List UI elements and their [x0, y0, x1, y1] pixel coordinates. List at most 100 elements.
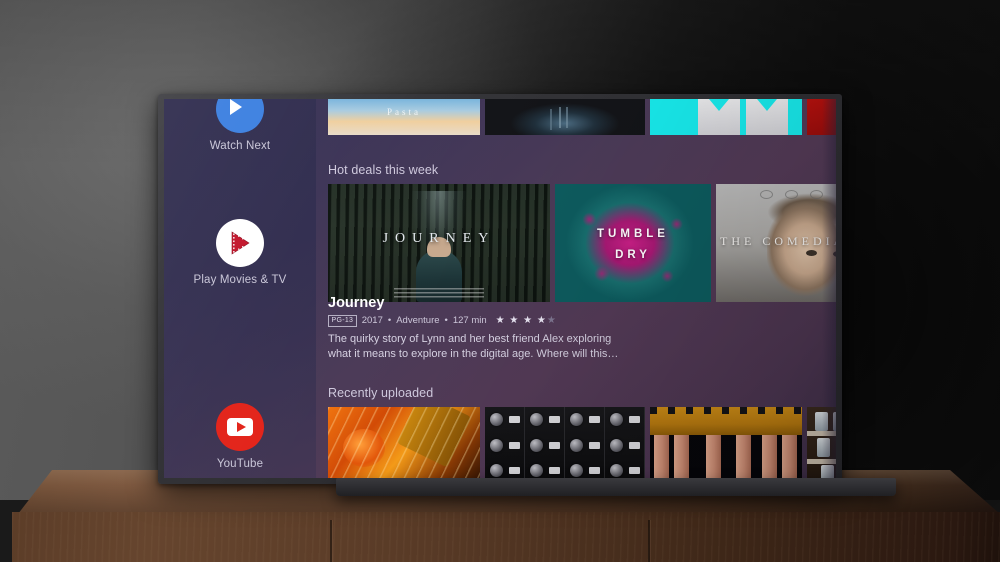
sidebar-item-label: Play Movies & TV: [193, 274, 287, 286]
tv-stand: [336, 478, 896, 496]
knob-icon: [530, 413, 543, 426]
content-area: Pasta Hot deals this week JOURNEY TUMBLE…: [316, 99, 836, 478]
laurel-badge: [809, 190, 823, 199]
hot-deals-row: Hot deals this week JOURNEY TUMBLE DRY T…: [324, 163, 836, 302]
recently-uploaded-tiles: [324, 407, 836, 478]
lcd-readout: [549, 467, 560, 474]
slat: [782, 435, 797, 478]
tile-forest-night[interactable]: [485, 99, 645, 135]
tile-caption: Pasta: [387, 107, 421, 117]
jar: [821, 465, 834, 478]
tile-tumble-dry[interactable]: TUMBLE DRY: [555, 184, 711, 302]
rack-unit: [525, 407, 565, 478]
tile-caption: JOURNEY: [382, 231, 496, 247]
knob-icon: [610, 439, 623, 452]
slat: [706, 435, 721, 478]
laurel-badges: [716, 190, 836, 199]
sidebar-item-watch-next[interactable]: Watch Next: [164, 99, 316, 152]
tile-shelf[interactable]: [807, 407, 836, 478]
lcd-readout: [549, 416, 560, 423]
detail-title: Journey: [328, 295, 385, 311]
knob-icon: [490, 439, 503, 452]
content-rating-badge: PG-13: [328, 315, 357, 327]
tile-rail[interactable]: [650, 407, 802, 478]
credenza-front: [12, 512, 1000, 562]
knob-icon: [490, 464, 503, 477]
row-title-hot-deals: Hot deals this week: [328, 163, 439, 177]
tile-journey[interactable]: JOURNEY: [328, 184, 550, 302]
lcd-readout: [589, 467, 600, 474]
top-row-tiles: Pasta: [324, 99, 836, 135]
recently-uploaded-row: Recently uploaded: [324, 386, 836, 478]
rack-unit: [485, 407, 525, 478]
detail-description: The quirky story of Lynn and her best fr…: [328, 332, 619, 360]
tile-red[interactable]: [807, 99, 836, 135]
lcd-readout: [629, 442, 640, 449]
tile-guitar[interactable]: [328, 407, 480, 478]
detail-duration: 127 min: [452, 315, 487, 327]
sidebar-item-youtube[interactable]: YouTube: [164, 403, 316, 470]
sidebar-item-label: YouTube: [216, 458, 264, 470]
tumble-line-2: DRY: [615, 249, 651, 262]
knob-icon: [530, 464, 543, 477]
top-row: Pasta: [324, 99, 836, 135]
tile-the-comedian[interactable]: THE COMEDIAN: [716, 184, 836, 302]
android-tv-home: Watch Next Play Movies & TV YouTube Past…: [164, 99, 836, 478]
knob-icon: [490, 413, 503, 426]
stars-empty: ★: [546, 315, 557, 327]
youtube-play-glyph: [227, 418, 253, 436]
star-rating: ★ ★ ★ ★★: [496, 315, 557, 326]
detail-meta: PG-13 2017 • Adventure • 127 min ★ ★ ★ ★…: [328, 315, 628, 327]
tile-pasta[interactable]: Pasta: [328, 99, 480, 135]
stars-filled: ★ ★ ★ ★: [495, 315, 547, 327]
tile-caption: TUMBLE DRY: [555, 224, 711, 266]
detail-panel: Journey PG-13 2017 • Adventure • 127 min…: [328, 295, 628, 362]
detail-genre: Adventure: [396, 315, 440, 327]
jar: [833, 412, 836, 431]
knob-icon: [610, 464, 623, 477]
meta-separator: •: [444, 315, 448, 327]
tile-audio-rack[interactable]: [485, 407, 645, 478]
jar: [817, 438, 830, 457]
knob-icon: [610, 413, 623, 426]
laurel-badge: [759, 190, 773, 199]
slat: [762, 435, 777, 478]
watch-next-icon: [216, 99, 264, 133]
tumble-line-1: TUMBLE: [597, 228, 669, 241]
lcd-readout: [629, 467, 640, 474]
rail-slats: [650, 435, 802, 478]
sidebar-item-play-movies[interactable]: Play Movies & TV: [164, 219, 316, 286]
tile-cyan-shirts[interactable]: [650, 99, 802, 135]
lcd-readout: [509, 467, 520, 474]
lcd-readout: [629, 416, 640, 423]
jar: [815, 412, 828, 431]
detail-year: 2017: [361, 315, 383, 327]
lcd-readout: [509, 416, 520, 423]
shirt-graphic: [698, 99, 740, 135]
row-title-recently-uploaded: Recently uploaded: [328, 386, 434, 400]
wood-grain: [12, 512, 1000, 562]
slat: [654, 435, 669, 478]
slat: [674, 435, 689, 478]
knob-icon: [570, 413, 583, 426]
slat: [736, 435, 751, 478]
shelf-board: [807, 431, 836, 436]
lcd-readout: [589, 442, 600, 449]
lcd-readout: [549, 442, 560, 449]
sidebar: Watch Next Play Movies & TV YouTube: [164, 99, 316, 478]
knob-icon: [530, 439, 543, 452]
youtube-icon: [216, 403, 264, 451]
rail-top-bar: [650, 407, 802, 435]
knob-icon: [570, 464, 583, 477]
shelf-board: [807, 459, 836, 464]
laurel-badge: [784, 190, 798, 199]
tv-screen: Watch Next Play Movies & TV YouTube Past…: [164, 99, 836, 478]
rack-unit: [605, 407, 645, 478]
tile-caption: THE COMEDIAN: [720, 233, 836, 248]
lcd-readout: [509, 442, 520, 449]
television: Watch Next Play Movies & TV YouTube Past…: [158, 94, 896, 496]
lcd-readout: [589, 416, 600, 423]
room-scene: Watch Next Play Movies & TV YouTube Past…: [0, 0, 1000, 562]
meta-separator: •: [387, 315, 392, 327]
rack-unit: [565, 407, 605, 478]
